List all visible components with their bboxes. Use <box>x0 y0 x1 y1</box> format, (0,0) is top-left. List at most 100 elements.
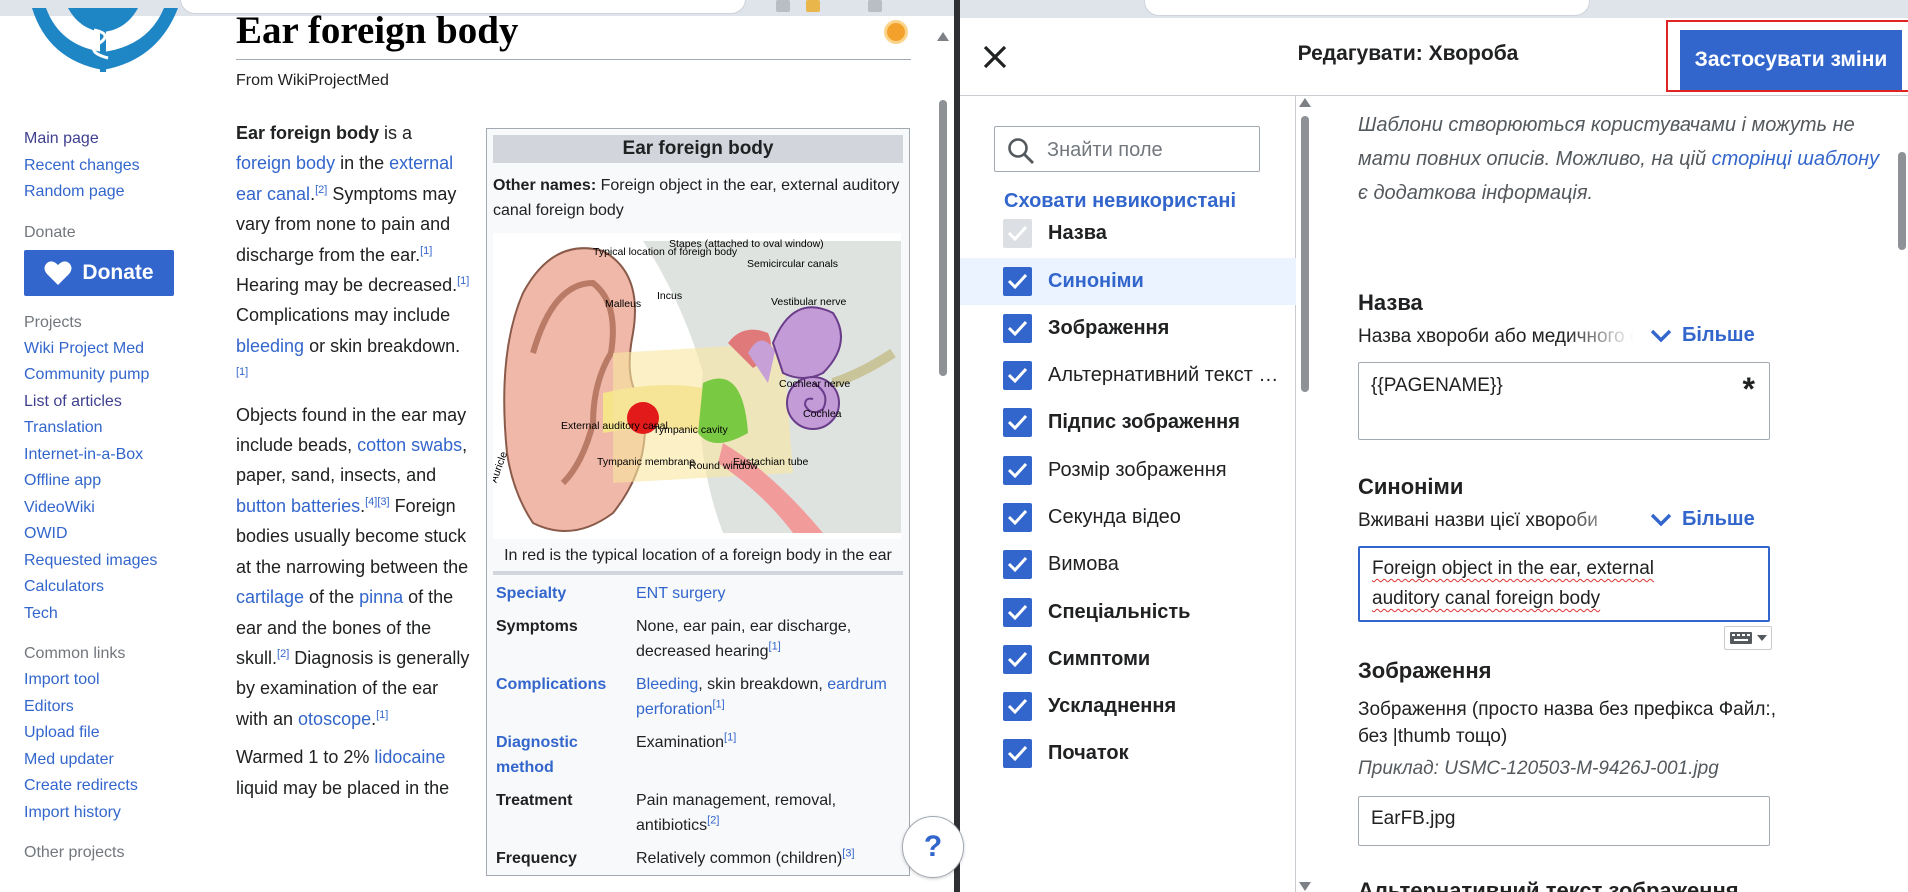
infobox-row-key[interactable]: Diagnostic method <box>493 730 636 780</box>
nav-videowiki[interactable]: VideoWiki <box>24 495 204 522</box>
scrollbar-thumb[interactable] <box>939 100 947 376</box>
nav-list-of-articles[interactable]: List of articles <box>24 389 204 416</box>
keyboard-icon[interactable] <box>1724 626 1772 650</box>
bookmark-icon[interactable] <box>806 0 820 12</box>
nav-main-page[interactable]: Main page <box>24 126 204 153</box>
reference-link[interactable]: [1] <box>420 245 432 257</box>
field-toggle-item[interactable]: Вимова <box>960 541 1296 588</box>
apply-changes-button[interactable]: Застосувати зміни <box>1680 30 1902 90</box>
ear-anatomy-image[interactable]: Typical location of foreign body Stapes … <box>488 233 901 539</box>
checkbox[interactable] <box>1003 503 1032 532</box>
reference-link[interactable]: [2] <box>707 815 719 827</box>
label-tympanic-cavity: Tympanic cavity <box>653 424 728 436</box>
nav-med-updater[interactable]: Med updater <box>24 747 204 774</box>
nav-translation[interactable]: Translation <box>24 415 204 442</box>
nav-random-page[interactable]: Random page <box>24 179 204 206</box>
field-search-input[interactable]: Знайти поле <box>994 126 1260 172</box>
nav-offline-app[interactable]: Offline app <box>24 468 204 495</box>
infobox-row-key[interactable]: Complications <box>493 672 636 722</box>
image-input[interactable]: EarFB.jpg <box>1358 796 1770 846</box>
infobox-value-link[interactable]: Bleeding <box>636 676 698 693</box>
checkbox[interactable] <box>1003 739 1032 768</box>
nav-upload-file[interactable]: Upload file <box>24 720 204 747</box>
article-scrollbar[interactable] <box>936 28 950 892</box>
donate-button[interactable]: Donate <box>24 249 174 296</box>
infobox-row-key[interactable]: Specialty <box>493 581 636 606</box>
scroll-down-icon[interactable] <box>1299 882 1311 891</box>
synonyms-input[interactable]: Foreign object in the ear, external audi… <box>1358 546 1770 622</box>
field-toggle-item[interactable]: Синоніми <box>960 258 1296 305</box>
field-toggle-item[interactable]: Підпис зображення <box>960 399 1296 446</box>
field-toggle-item[interactable]: Спеціальність <box>960 589 1296 636</box>
field-toggle-item[interactable]: Зображення <box>960 305 1296 352</box>
link-lidocaine[interactable]: lidocaine <box>374 747 445 767</box>
form-scrollbar[interactable] <box>1896 96 1908 892</box>
help-button[interactable]: ? <box>902 816 964 878</box>
more-button-name[interactable]: Більше <box>1650 324 1755 347</box>
field-toggle-item[interactable]: Альтернативний текст … <box>960 352 1296 399</box>
nav-editors[interactable]: Editors <box>24 694 204 721</box>
reference-link[interactable]: [3] <box>842 848 854 860</box>
checkbox[interactable] <box>1003 267 1032 296</box>
scrollbar-thumb[interactable] <box>1301 116 1309 392</box>
reference-link[interactable]: [1] <box>236 366 248 378</box>
link-otoscope[interactable]: otoscope <box>298 709 371 729</box>
infobox-row-value: ENT surgery <box>636 581 903 606</box>
indicator-badge-icon[interactable] <box>884 20 908 44</box>
field-toggle-item[interactable]: Ускладнення <box>960 683 1296 730</box>
field-toggle-label: Розмір зображення <box>1048 459 1227 481</box>
checkbox[interactable] <box>1003 361 1032 390</box>
nav-create-redirects[interactable]: Create redirects <box>24 773 204 800</box>
scroll-up-icon[interactable] <box>937 32 949 41</box>
field-toggle-label: Зображення <box>1048 317 1170 339</box>
text: of the <box>304 587 360 608</box>
link-bleeding[interactable]: bleeding <box>236 336 304 356</box>
template-page-link[interactable]: сторінці шаблону <box>1712 148 1880 170</box>
reference-link[interactable]: [1] <box>724 732 736 744</box>
nav-import-history[interactable]: Import history <box>24 800 204 827</box>
reference-link[interactable]: [1] <box>713 699 725 711</box>
nav-recent-changes[interactable]: Recent changes <box>24 153 204 180</box>
reference-link[interactable]: [1] <box>376 709 388 721</box>
menu-icon[interactable] <box>868 0 882 12</box>
nav-tech[interactable]: Tech <box>24 601 204 628</box>
field-toggle-item[interactable]: Симптоми <box>960 636 1296 683</box>
nav-community-pump[interactable]: Community pump <box>24 362 204 389</box>
nav-calculators[interactable]: Calculators <box>24 574 204 601</box>
field-toggle-item[interactable]: Початок <box>960 730 1296 777</box>
nav-internet-in-a-box[interactable]: Internet-in-a-Box <box>24 442 204 469</box>
link-button-batteries[interactable]: button batteries <box>236 496 360 516</box>
reference-link[interactable]: [1] <box>769 641 781 653</box>
checkbox[interactable] <box>1003 598 1032 627</box>
address-bar[interactable] <box>1144 0 1590 16</box>
name-input[interactable]: {{PAGENAME}} * <box>1358 362 1770 440</box>
link-cartilage[interactable]: cartilage <box>236 587 304 607</box>
field-toggle-item[interactable]: Секунда відео <box>960 494 1296 541</box>
scroll-up-icon[interactable] <box>1299 98 1311 107</box>
nav-owid[interactable]: OWID <box>24 521 204 548</box>
nav-import-tool[interactable]: Import tool <box>24 667 204 694</box>
field-toggle-item[interactable]: Назва <box>960 210 1296 257</box>
site-logo-icon[interactable] <box>28 0 183 78</box>
checkbox[interactable] <box>1003 645 1032 674</box>
checkbox[interactable] <box>1003 456 1032 485</box>
checkbox[interactable] <box>1003 550 1032 579</box>
nav-wiki-project-med[interactable]: Wiki Project Med <box>24 336 204 363</box>
more-button-synonyms[interactable]: Більше <box>1650 508 1755 531</box>
checkbox[interactable] <box>1003 692 1032 721</box>
reference-link[interactable]: [2] <box>277 648 289 660</box>
link-foreign-body[interactable]: foreign body <box>236 153 335 173</box>
checkbox[interactable] <box>1003 314 1032 343</box>
field-toggle-item[interactable]: Розмір зображення <box>960 447 1296 494</box>
reference-link[interactable]: [1] <box>457 275 469 287</box>
infobox-value-link[interactable]: ENT surgery <box>636 585 726 602</box>
checkbox[interactable] <box>1003 408 1032 437</box>
scrollbar-thumb[interactable] <box>1898 152 1906 250</box>
reference-link[interactable]: [2] <box>315 184 327 196</box>
link-pinna[interactable]: pinna <box>359 587 403 607</box>
reference-link[interactable]: [4][3] <box>365 496 389 508</box>
link-cotton-swabs[interactable]: cotton swabs <box>357 435 462 455</box>
fields-scrollbar[interactable] <box>1298 96 1312 892</box>
nav-requested-images[interactable]: Requested images <box>24 548 204 575</box>
extension-icon[interactable] <box>776 0 790 12</box>
